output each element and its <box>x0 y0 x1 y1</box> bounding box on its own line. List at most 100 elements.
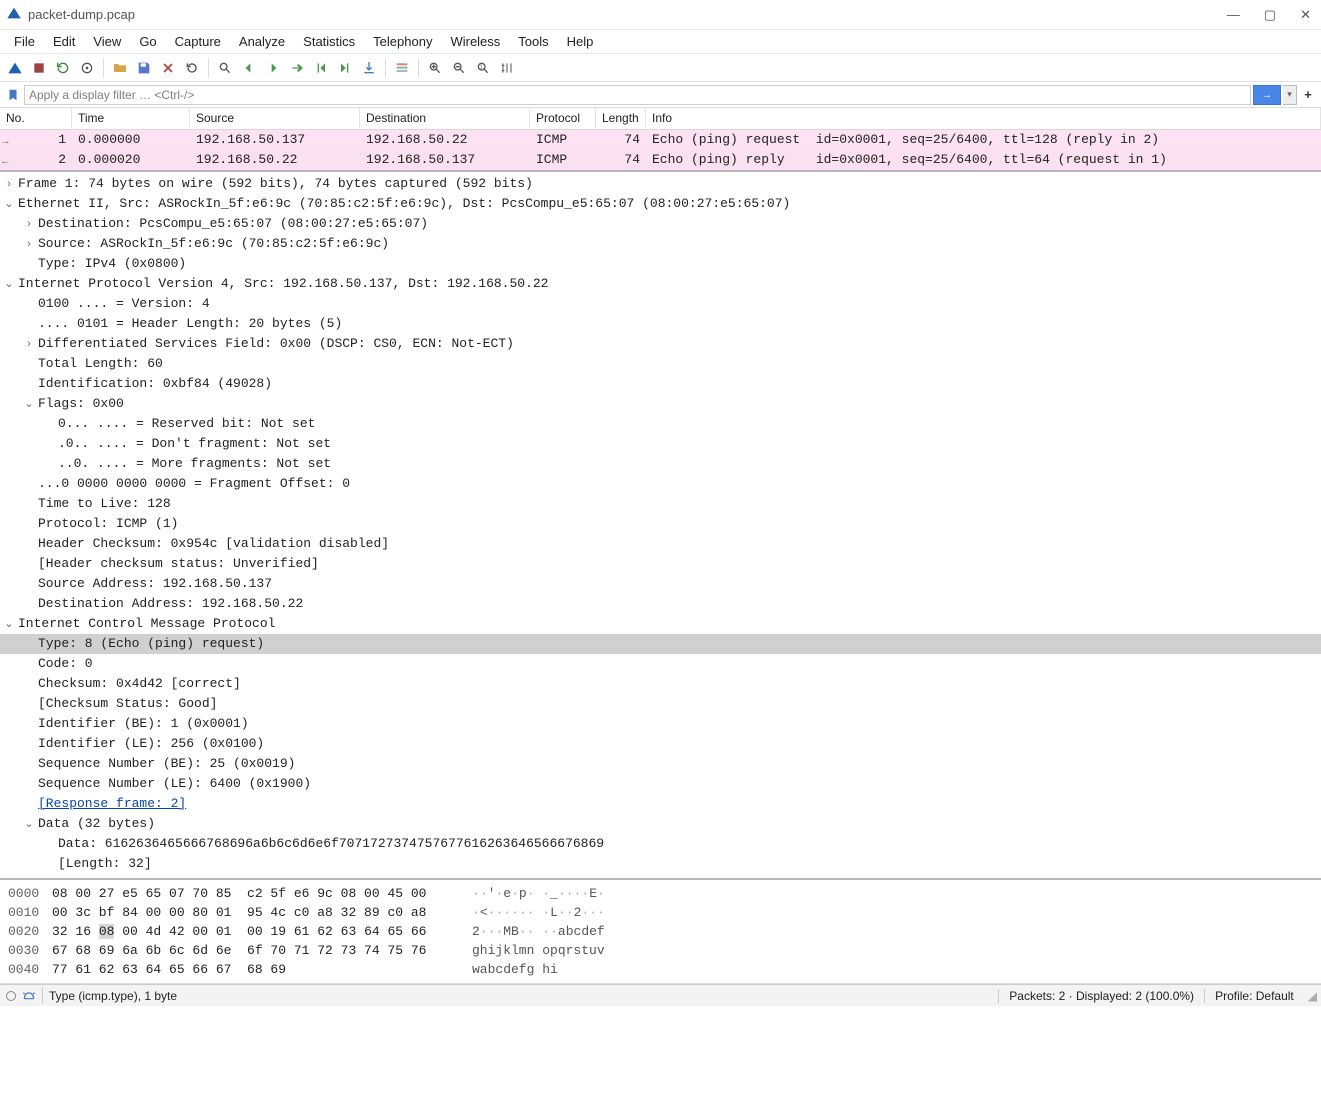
find-packet-button[interactable] <box>214 57 236 79</box>
tree-row[interactable]: Identifier (BE): 1 (0x0001) <box>0 714 1321 734</box>
column-header-length[interactable]: Length <box>596 108 646 129</box>
tree-row[interactable]: ›Destination: PcsCompu_e5:65:07 (08:00:2… <box>0 214 1321 234</box>
chevron-right-icon[interactable]: › <box>20 234 38 254</box>
status-profile[interactable]: Profile: Default <box>1204 989 1304 1003</box>
go-back-button[interactable] <box>238 57 260 79</box>
bookmark-filter-icon[interactable] <box>4 86 22 104</box>
tree-row[interactable]: Data: 6162636465666768696a6b6c6d6e6f7071… <box>0 834 1321 854</box>
zoom-in-button[interactable] <box>424 57 446 79</box>
start-capture-button[interactable] <box>4 57 26 79</box>
tree-row[interactable]: Identification: 0xbf84 (49028) <box>0 374 1321 394</box>
chevron-right-icon[interactable]: › <box>0 174 18 194</box>
window-minimize-button[interactable]: — <box>1227 7 1240 23</box>
chevron-right-icon[interactable]: › <box>20 334 38 354</box>
tree-row[interactable]: ⌄Internet Protocol Version 4, Src: 192.1… <box>0 274 1321 294</box>
tree-row[interactable]: 0... .... = Reserved bit: Not set <box>0 414 1321 434</box>
tree-row[interactable]: [Length: 32] <box>0 854 1321 874</box>
resize-columns-button[interactable] <box>496 57 518 79</box>
close-file-button[interactable] <box>157 57 179 79</box>
menu-edit[interactable]: Edit <box>45 32 83 51</box>
chevron-down-icon[interactable]: ⌄ <box>20 814 38 834</box>
menu-telephony[interactable]: Telephony <box>365 32 440 51</box>
tree-row[interactable]: ⌄Ethernet II, Src: ASRockIn_5f:e6:9c (70… <box>0 194 1321 214</box>
save-file-button[interactable] <box>133 57 155 79</box>
go-to-last-button[interactable] <box>334 57 356 79</box>
chevron-down-icon[interactable]: ⌄ <box>20 394 38 414</box>
menu-file[interactable]: File <box>6 32 43 51</box>
tree-row[interactable]: [Header checksum status: Unverified] <box>0 554 1321 574</box>
tree-row[interactable]: Code: 0 <box>0 654 1321 674</box>
tree-row[interactable]: ›Source: ASRockIn_5f:e6:9c (70:85:c2:5f:… <box>0 234 1321 254</box>
stop-capture-button[interactable] <box>28 57 50 79</box>
open-file-button[interactable] <box>109 57 131 79</box>
tree-row[interactable]: ⌄Internet Control Message Protocol <box>0 614 1321 634</box>
tree-row[interactable]: ⌄Data (32 bytes) <box>0 814 1321 834</box>
menu-go[interactable]: Go <box>131 32 164 51</box>
go-forward-button[interactable] <box>262 57 284 79</box>
menu-tools[interactable]: Tools <box>510 32 556 51</box>
chevron-down-icon[interactable]: ⌄ <box>0 614 18 634</box>
tree-row[interactable]: [Response frame: 2] <box>0 794 1321 814</box>
expert-info-icon[interactable] <box>6 991 16 1001</box>
tree-row[interactable]: 0100 .... = Version: 4 <box>0 294 1321 314</box>
chevron-down-icon[interactable]: ⌄ <box>0 274 18 294</box>
tree-row[interactable]: Time to Live: 128 <box>0 494 1321 514</box>
hex-row[interactable]: 001000 3c bf 84 00 00 80 01 95 4c c0 a8 … <box>0 903 1321 922</box>
menu-statistics[interactable]: Statistics <box>295 32 363 51</box>
tree-row[interactable]: Destination Address: 192.168.50.22 <box>0 594 1321 614</box>
tree-row[interactable]: Total Length: 60 <box>0 354 1321 374</box>
capture-file-properties-icon[interactable] <box>22 987 36 1004</box>
go-to-packet-button[interactable] <box>286 57 308 79</box>
column-header-protocol[interactable]: Protocol <box>530 108 596 129</box>
capture-options-button[interactable] <box>76 57 98 79</box>
hex-row[interactable]: 002032 16 08 00 4d 42 00 01 00 19 61 62 … <box>0 922 1321 941</box>
apply-filter-button[interactable]: → <box>1253 85 1281 105</box>
tree-row[interactable]: Checksum: 0x4d42 [correct] <box>0 674 1321 694</box>
tree-row[interactable]: ...0 0000 0000 0000 = Fragment Offset: 0 <box>0 474 1321 494</box>
menu-wireless[interactable]: Wireless <box>442 32 508 51</box>
chevron-down-icon[interactable]: ⌄ <box>0 194 18 214</box>
zoom-reset-button[interactable]: 1 <box>472 57 494 79</box>
colorize-button[interactable] <box>391 57 413 79</box>
packet-list-header[interactable]: No.TimeSourceDestinationProtocolLengthIn… <box>0 108 1321 130</box>
column-header-no[interactable]: No. <box>0 108 72 129</box>
column-header-source[interactable]: Source <box>190 108 360 129</box>
menu-capture[interactable]: Capture <box>167 32 229 51</box>
go-to-first-button[interactable] <box>310 57 332 79</box>
tree-row[interactable]: Sequence Number (BE): 25 (0x0019) <box>0 754 1321 774</box>
tree-row[interactable]: Sequence Number (LE): 6400 (0x1900) <box>0 774 1321 794</box>
menu-view[interactable]: View <box>85 32 129 51</box>
chevron-right-icon[interactable]: › <box>20 214 38 234</box>
auto-scroll-button[interactable] <box>358 57 380 79</box>
tree-row[interactable]: ›Differentiated Services Field: 0x00 (DS… <box>0 334 1321 354</box>
menu-help[interactable]: Help <box>559 32 602 51</box>
tree-row[interactable]: ..0. .... = More fragments: Not set <box>0 454 1321 474</box>
reload-file-button[interactable] <box>181 57 203 79</box>
tree-row[interactable]: ⌄Flags: 0x00 <box>0 394 1321 414</box>
tree-row[interactable]: ›Frame 1: 74 bytes on wire (592 bits), 7… <box>0 174 1321 194</box>
column-header-info[interactable]: Info <box>646 108 1321 129</box>
hex-row[interactable]: 003067 68 69 6a 6b 6c 6d 6e 6f 70 71 72 … <box>0 941 1321 960</box>
tree-row[interactable]: .... 0101 = Header Length: 20 bytes (5) <box>0 314 1321 334</box>
zoom-out-button[interactable] <box>448 57 470 79</box>
column-header-destination[interactable]: Destination <box>360 108 530 129</box>
tree-row[interactable]: Source Address: 192.168.50.137 <box>0 574 1321 594</box>
column-header-time[interactable]: Time <box>72 108 190 129</box>
tree-row[interactable]: [Checksum Status: Good] <box>0 694 1321 714</box>
hex-row[interactable]: 004077 61 62 63 64 65 66 67 68 69 wabcde… <box>0 960 1321 979</box>
tree-row[interactable]: Type: IPv4 (0x0800) <box>0 254 1321 274</box>
packet-row[interactable]: 1→0.000000192.168.50.137192.168.50.22ICM… <box>0 130 1321 150</box>
packet-bytes-pane[interactable]: 000008 00 27 e5 65 07 70 85 c2 5f e6 9c … <box>0 880 1321 984</box>
tree-row[interactable]: Identifier (LE): 256 (0x0100) <box>0 734 1321 754</box>
hex-row[interactable]: 000008 00 27 e5 65 07 70 85 c2 5f e6 9c … <box>0 884 1321 903</box>
window-close-button[interactable]: ✕ <box>1300 7 1311 23</box>
packet-row[interactable]: 2←0.000020192.168.50.22192.168.50.137ICM… <box>0 150 1321 170</box>
tree-row[interactable]: Type: 8 (Echo (ping) request) <box>0 634 1321 654</box>
packet-details-pane[interactable]: ›Frame 1: 74 bytes on wire (592 bits), 7… <box>0 172 1321 880</box>
window-maximize-button[interactable]: ▢ <box>1264 7 1276 23</box>
tree-row[interactable]: Protocol: ICMP (1) <box>0 514 1321 534</box>
tree-row[interactable]: .0.. .... = Don't fragment: Not set <box>0 434 1321 454</box>
tree-row[interactable]: Header Checksum: 0x954c [validation disa… <box>0 534 1321 554</box>
display-filter-input[interactable] <box>24 85 1251 105</box>
add-filter-button[interactable]: + <box>1299 85 1317 105</box>
